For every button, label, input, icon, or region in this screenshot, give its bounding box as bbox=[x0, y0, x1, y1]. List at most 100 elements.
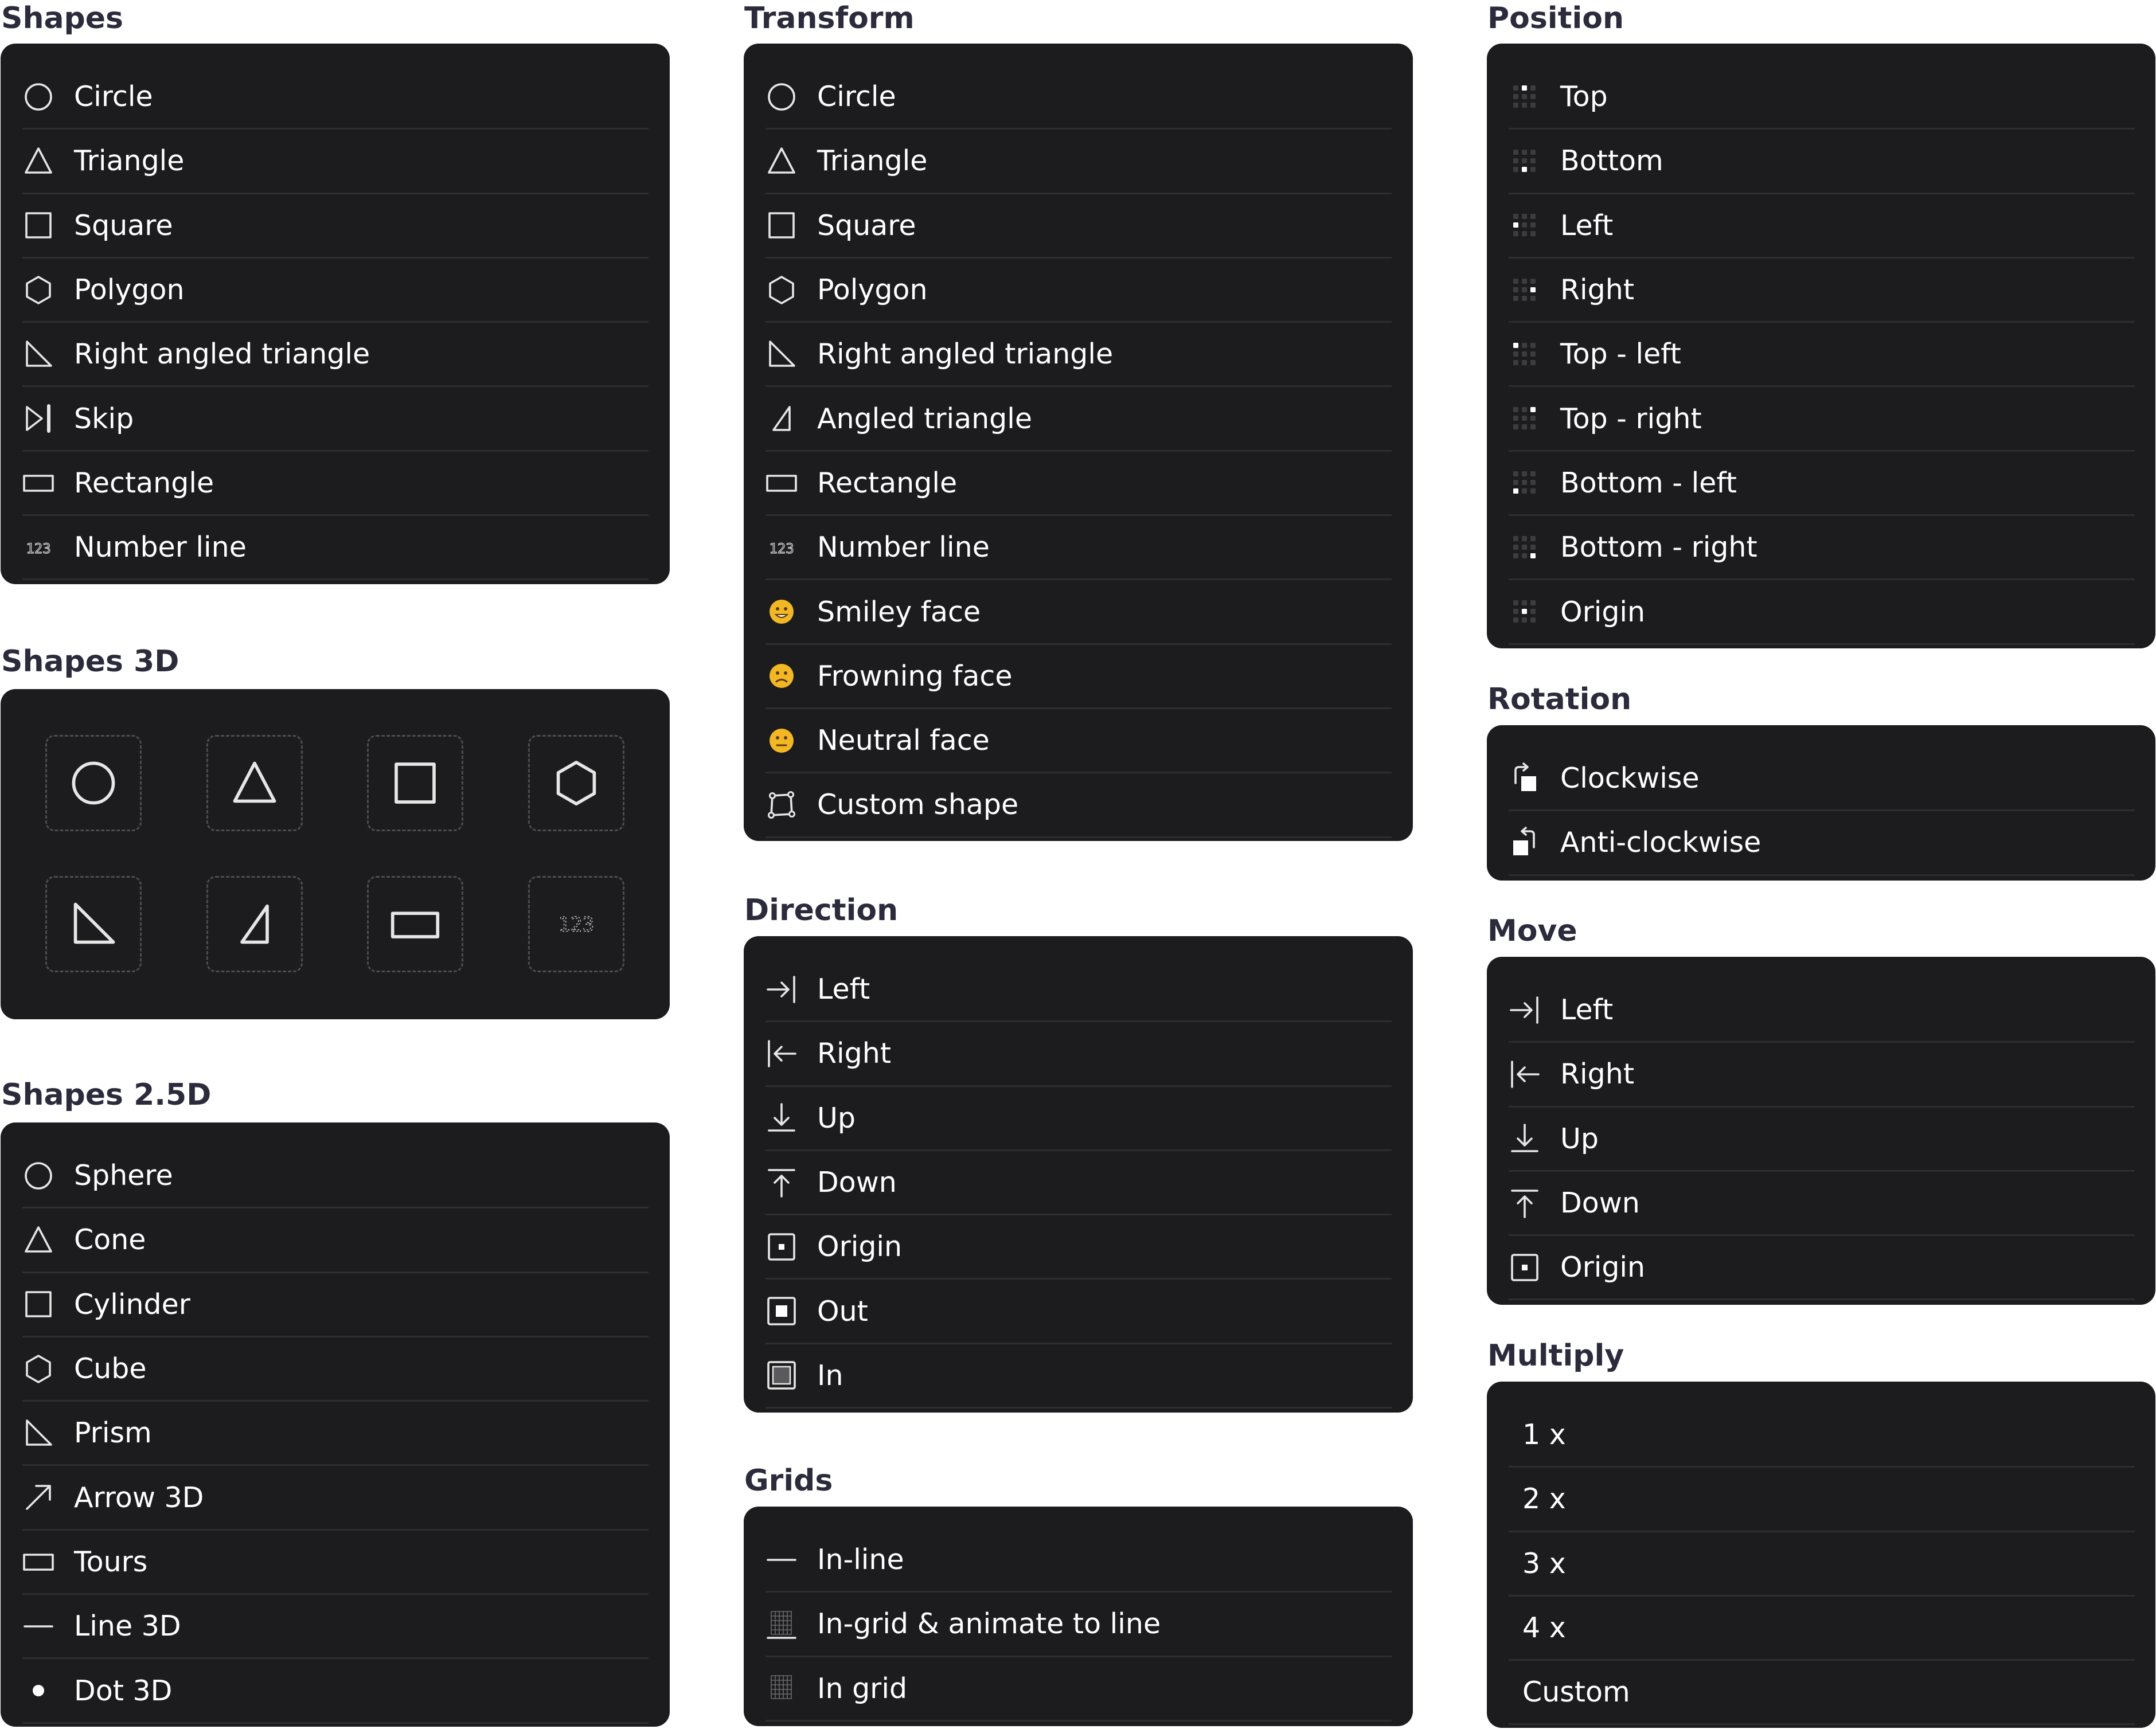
shape-3d-tile-circle[interactable] bbox=[45, 735, 142, 831]
section-title-direction: Direction bbox=[744, 893, 899, 928]
rotation-list: Clockwise Anti-clockwise bbox=[1509, 747, 2155, 876]
hexagon-icon bbox=[22, 274, 54, 306]
circle-icon bbox=[72, 761, 115, 805]
move-item-left[interactable]: Left bbox=[1509, 979, 2135, 1043]
direction-item-left[interactable]: Left bbox=[765, 958, 1392, 1023]
shape-3d-tile-angled-triangle[interactable] bbox=[206, 876, 303, 972]
item-label: Frowning face bbox=[817, 659, 1013, 693]
transform-item-polygon[interactable]: Polygon bbox=[765, 259, 1392, 323]
transform-item-custom-shape[interactable]: Custom shape bbox=[765, 773, 1392, 838]
grid-to-line-icon bbox=[765, 1608, 798, 1640]
grids-item-in-grid[interactable]: In grid bbox=[765, 1657, 1392, 1722]
shape-3d-tile-rectangle[interactable] bbox=[367, 876, 463, 972]
position-grid-icon bbox=[1509, 81, 1541, 113]
position-grid-icon bbox=[1509, 209, 1541, 241]
shapes-item-circle[interactable]: Circle bbox=[22, 65, 649, 130]
shapes-item-triangle[interactable]: Triangle bbox=[22, 130, 649, 194]
arrow-up-from-line-icon bbox=[1509, 1187, 1541, 1219]
position-grid-icon bbox=[1509, 467, 1541, 499]
rectangle-icon bbox=[390, 912, 440, 938]
shapes-panel: Circle Triangle Square Polygon Right angled … bbox=[1, 44, 670, 584]
item-label: Circle bbox=[74, 80, 153, 114]
position-item-top[interactable]: Top bbox=[1509, 65, 2135, 130]
position-item-bottom[interactable]: Bottom bbox=[1509, 130, 2135, 194]
right-triangle-icon bbox=[22, 338, 54, 370]
shapes-item-number-line[interactable]: 123 Number line bbox=[22, 516, 649, 581]
shape-3d-tile-square[interactable] bbox=[367, 735, 463, 831]
shapes25d-item-tours[interactable]: Tours bbox=[22, 1531, 649, 1595]
direction-item-origin[interactable]: Origin bbox=[765, 1215, 1392, 1280]
transform-item-right-angled-triangle[interactable]: Right angled triangle bbox=[765, 323, 1392, 388]
arrow-up-from-line-icon bbox=[765, 1167, 798, 1199]
shapes25d-item-line-3d[interactable]: Line 3D bbox=[22, 1595, 649, 1660]
move-item-right[interactable]: Right bbox=[1509, 1043, 2135, 1108]
in-box-icon bbox=[765, 1359, 798, 1391]
transform-item-number-line[interactable]: 123 Number line bbox=[765, 516, 1392, 581]
item-label: Right bbox=[1560, 273, 1635, 307]
transform-item-angled-triangle[interactable]: Angled triangle bbox=[765, 387, 1392, 452]
square-icon bbox=[765, 209, 798, 241]
grids-item-in-grid-animate-to-line[interactable]: In-grid & animate to line bbox=[765, 1593, 1392, 1657]
shape-3d-tile-triangle[interactable] bbox=[206, 735, 303, 831]
position-item-right[interactable]: Right bbox=[1509, 259, 2135, 323]
shapes-3d-panel: 123 bbox=[1, 689, 670, 1019]
shape-3d-tile-hexagon[interactable] bbox=[528, 735, 624, 831]
shapes25d-item-arrow-3d[interactable]: Arrow 3D bbox=[22, 1466, 649, 1531]
svg-text:123: 123 bbox=[769, 541, 794, 557]
item-label: Bottom - right bbox=[1560, 531, 1757, 564]
position-item-bottom-left[interactable]: Bottom - left bbox=[1509, 452, 2135, 517]
shapes-item-polygon[interactable]: Polygon bbox=[22, 259, 649, 323]
grids-item-in-line[interactable]: In-line bbox=[765, 1528, 1392, 1593]
move-item-down[interactable]: Down bbox=[1509, 1172, 2135, 1237]
position-item-top-left[interactable]: Top - left bbox=[1509, 323, 2135, 388]
position-item-left[interactable]: Left bbox=[1509, 194, 2135, 259]
circle-icon bbox=[765, 81, 798, 113]
rotation-item-clockwise[interactable]: Clockwise bbox=[1509, 747, 2135, 812]
item-label: Custom bbox=[1522, 1676, 1630, 1709]
direction-item-right[interactable]: Right bbox=[765, 1022, 1392, 1087]
multiply-item-2-x[interactable]: 2 x bbox=[1509, 1468, 2135, 1532]
position-item-bottom-right[interactable]: Bottom - right bbox=[1509, 516, 2135, 581]
transform-item-square[interactable]: Square bbox=[765, 194, 1392, 259]
transform-item-smiley-face[interactable]: Smiley face bbox=[765, 580, 1392, 645]
shapes25d-item-dot-3d[interactable]: Dot 3D bbox=[22, 1659, 649, 1724]
transform-item-rectangle[interactable]: Rectangle bbox=[765, 452, 1392, 517]
direction-item-up[interactable]: Up bbox=[765, 1087, 1392, 1151]
direction-item-down[interactable]: Down bbox=[765, 1151, 1392, 1216]
move-item-up[interactable]: Up bbox=[1509, 1108, 2135, 1172]
multiply-item-custom[interactable]: Custom bbox=[1509, 1661, 2135, 1726]
shapes25d-item-prism[interactable]: Prism bbox=[22, 1402, 649, 1466]
shapes25d-item-sphere[interactable]: Sphere bbox=[22, 1144, 649, 1209]
multiply-item-3-x[interactable]: 3 x bbox=[1509, 1532, 2135, 1597]
shapes25d-item-cylinder[interactable]: Cylinder bbox=[22, 1273, 649, 1337]
multiply-item-1-x[interactable]: 1 x bbox=[1509, 1403, 2135, 1468]
shapes25d-item-cube[interactable]: Cube bbox=[22, 1337, 649, 1402]
arrow-to-right-bar-icon bbox=[765, 973, 798, 1006]
item-label: Square bbox=[817, 209, 916, 242]
shapes-item-skip[interactable]: Skip bbox=[22, 387, 649, 452]
position-item-top-right[interactable]: Top - right bbox=[1509, 387, 2135, 452]
transform-item-neutral-face[interactable]: Neutral face bbox=[765, 709, 1392, 774]
position-item-origin[interactable]: Origin bbox=[1509, 580, 2135, 645]
direction-item-in[interactable]: In bbox=[765, 1344, 1392, 1409]
transform-item-triangle[interactable]: Triangle bbox=[765, 130, 1392, 194]
transform-item-frowning-face[interactable]: Frowning face bbox=[765, 645, 1392, 709]
shapes-item-square[interactable]: Square bbox=[22, 194, 649, 259]
shapes-item-rectangle[interactable]: Rectangle bbox=[22, 452, 649, 517]
shape-3d-tile-number-line[interactable]: 123 bbox=[528, 876, 624, 972]
number-line-icon: 123 bbox=[558, 913, 595, 937]
item-label: Cone bbox=[74, 1223, 146, 1257]
shapes25d-item-cone[interactable]: Cone bbox=[22, 1208, 649, 1273]
triangle-icon bbox=[22, 1224, 54, 1256]
move-item-origin[interactable]: Origin bbox=[1509, 1236, 2135, 1301]
multiply-item-4-x[interactable]: 4 x bbox=[1509, 1597, 2135, 1661]
item-label: Number line bbox=[817, 531, 990, 564]
direction-item-out[interactable]: Out bbox=[765, 1280, 1392, 1344]
section-title-transform: Transform bbox=[744, 1, 915, 36]
section-title-rotation: Rotation bbox=[1487, 682, 1632, 717]
rotation-item-anti-clockwise[interactable]: Anti-clockwise bbox=[1509, 811, 2135, 876]
section-title-move: Move bbox=[1487, 914, 1577, 948]
transform-item-circle[interactable]: Circle bbox=[765, 65, 1392, 130]
shapes-item-right-angled-triangle[interactable]: Right angled triangle bbox=[22, 323, 649, 388]
shape-3d-tile-right-triangle[interactable] bbox=[45, 876, 142, 972]
